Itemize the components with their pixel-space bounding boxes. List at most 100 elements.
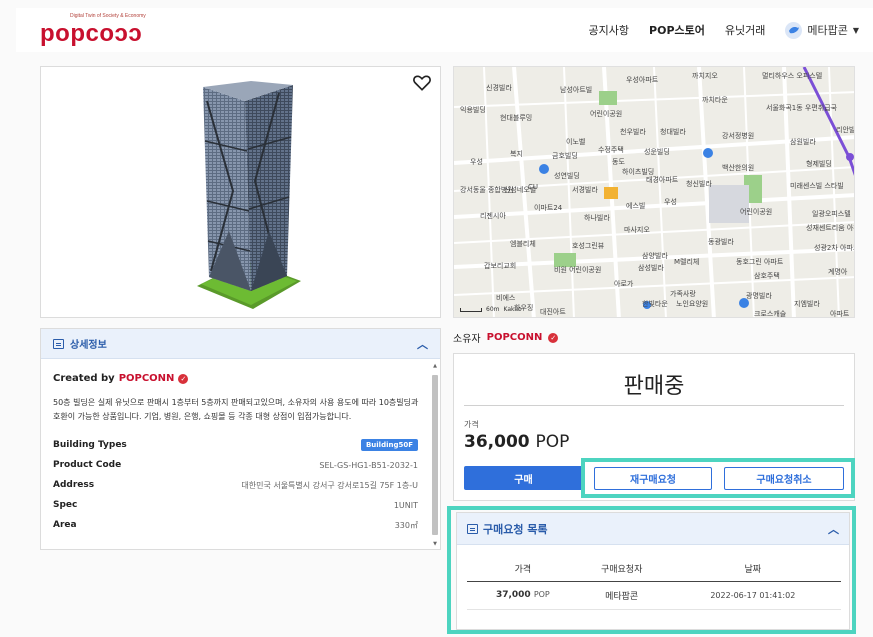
map-label: 한빛타운 [642,300,668,308]
detail-info-panel: 상세정보 ︿ Created by POPCONN ✓ 50층 빌딩은 실제 유… [40,328,441,550]
map-label: 비에스 [496,294,516,302]
chevron-down-icon: ▼ [852,25,859,35]
map-label: 엠블리체 [510,240,536,248]
detail-info-body: Created by POPCONN ✓ 50층 빌딩은 실제 유닛으로 판매시… [41,359,430,549]
spec-key: Building Types [53,440,127,450]
map-label: 백산한의원 [722,164,755,172]
popconn-logo[interactable]: Digital Twin of Society & Economy popcoᴐ… [40,13,146,47]
scale-bar [460,307,482,312]
map-label: 우성 [664,198,677,206]
map-label: 마사지오 [624,226,650,234]
nav-notice[interactable]: 공지사항 [589,22,629,38]
map-label: 리안빌 [836,126,855,134]
map-label: 성재센트리움 아파트 [806,224,854,232]
scroll-down-arrow-icon[interactable]: ▼ [431,541,439,547]
map-label: 청대빌라 [660,128,686,136]
product-description: 50층 빌딩은 실제 유닛으로 판매시 1층부터 5층까지 판매되고있으며, 소… [53,398,419,421]
scroll-thumb[interactable] [432,375,438,535]
map-label: 삼원빌라 [790,138,816,146]
detail-scrollbar[interactable]: ▲ ▼ [431,361,439,547]
page: Digital Twin of Society & Economy popcoᴐ… [0,0,873,637]
creator-line: Created by POPCONN ✓ [53,373,418,384]
map-label: 호성그린뷰 [572,242,605,250]
spec-row: Area 330㎡ [53,515,418,535]
map-label: 이노벨 [566,138,586,146]
spec-row: Address 대한민국 서울특별시 강서구 강서로15길 75F 1층-U [53,475,418,495]
map-label: 금호빌딩 [552,152,578,160]
building-model-image [197,81,301,309]
heart-icon[interactable] [412,73,432,93]
map-label: 동광빌라 [708,238,734,246]
map-label: M렐리체 [674,258,700,266]
map-label: 에스빌 [626,202,646,210]
product-image-card [40,66,441,318]
map-label: 강서정병원 [722,132,755,140]
map-label: 태경아파트 [646,176,679,184]
map-label: 성광2차 아파트 [814,244,855,252]
spec-value: SEL-GS-HG1-B51-2032-1 [319,460,418,470]
spec-row: Building Types Building50F [53,435,418,455]
detail-info-title: 상세정보 [70,340,107,351]
detail-info-header[interactable]: 상세정보 ︿ [41,329,440,359]
map-label: 청신빌라 [686,180,712,188]
map-label: 삼양빌라 [642,252,668,260]
spec-value: 1UNIT [393,500,418,510]
spec-row: Product Code SEL-GS-HG1-B51-2032-1 [53,455,418,475]
map-label: 갑보리교회 [484,262,517,270]
highlight-box-request-list [447,506,856,634]
price-label: 가격 [464,420,479,429]
price-unit: POP [535,432,570,452]
map-label: 이마트24 [534,204,563,212]
verified-check-icon: ✓ [178,373,189,384]
map-label: 까치지오 [692,72,718,80]
map-label: 천우빌라 [620,128,646,136]
building-type-badge: Building50F [360,439,418,451]
map-label: 지엠빌라 [794,300,820,308]
nav-pop-store[interactable]: POP스토어 [649,22,705,38]
price: 36,000 POP [464,432,569,452]
map-label: 미래센스빌 스타빌 [790,182,844,190]
scroll-up-arrow-icon[interactable]: ▲ [431,363,439,369]
logo-tagline: Digital Twin of Society & Economy [70,13,146,19]
map-label: 비원 어린이공원 [554,266,602,274]
spec-list: Building Types Building50F Product Code … [53,435,418,535]
chevron-up-icon[interactable]: ︿ [417,336,428,352]
scale-text: 60m [486,306,500,313]
map-label: 동호그린 아파트 [736,258,784,266]
avatar [785,21,803,39]
map-label: 서경빌라 [572,186,598,194]
map-label: 가족사랑 [670,290,696,298]
divider [464,405,844,406]
map-label: 형제빌딩 [806,160,832,168]
map-label: 신성네오빌 [504,186,537,194]
map-label: 삼성빌라 [638,264,664,272]
main-nav: 공지사항 POP스토어 유닛거래 메타팝콘 ▼ [589,8,859,52]
logo-wordmark: popcoᴐᴐ [40,20,143,47]
map-label: 크로스캐슬 [754,310,787,318]
owner-line: 소유자 POPCONN ✓ [453,330,559,345]
spec-key: Address [53,480,95,490]
owner-name[interactable]: POPCONN [487,332,543,343]
map-label: 리젠시아 [480,212,506,220]
nav-unit-trade[interactable]: 유닛거래 [725,22,765,38]
sale-status: 판매중 [623,374,685,399]
map-label: 익용빌딩 [460,106,486,114]
map-label: 현대블루밍 [500,114,533,122]
map-label: 남성아트빌 [560,86,593,94]
user-menu[interactable]: 메타팝콘 ▼ [785,21,859,39]
map-scale: 60m Kakao [460,306,522,313]
map-label: 우성 [470,158,483,166]
location-map[interactable]: 신경빌라 남성아트빌 우성아파트 까치지오 멀티하우스 오피스텔 익용빌딩 현대… [453,66,855,318]
map-label: 어린이공원 [740,208,773,216]
map-label: 일광오피스텔 [812,210,851,218]
document-icon [53,338,64,349]
map-label: 어린이공원 [590,110,623,118]
creator-name[interactable]: POPCONN [119,373,175,384]
buy-button[interactable]: 구매 [464,466,583,490]
map-label: 하나빌라 [584,214,610,222]
map-label: 신경빌라 [486,84,512,92]
spec-key: Area [53,520,77,530]
map-label: 동도 [612,158,625,166]
map-brand: Kakao [503,306,522,313]
user-name: 메타팝콘 [807,24,848,37]
